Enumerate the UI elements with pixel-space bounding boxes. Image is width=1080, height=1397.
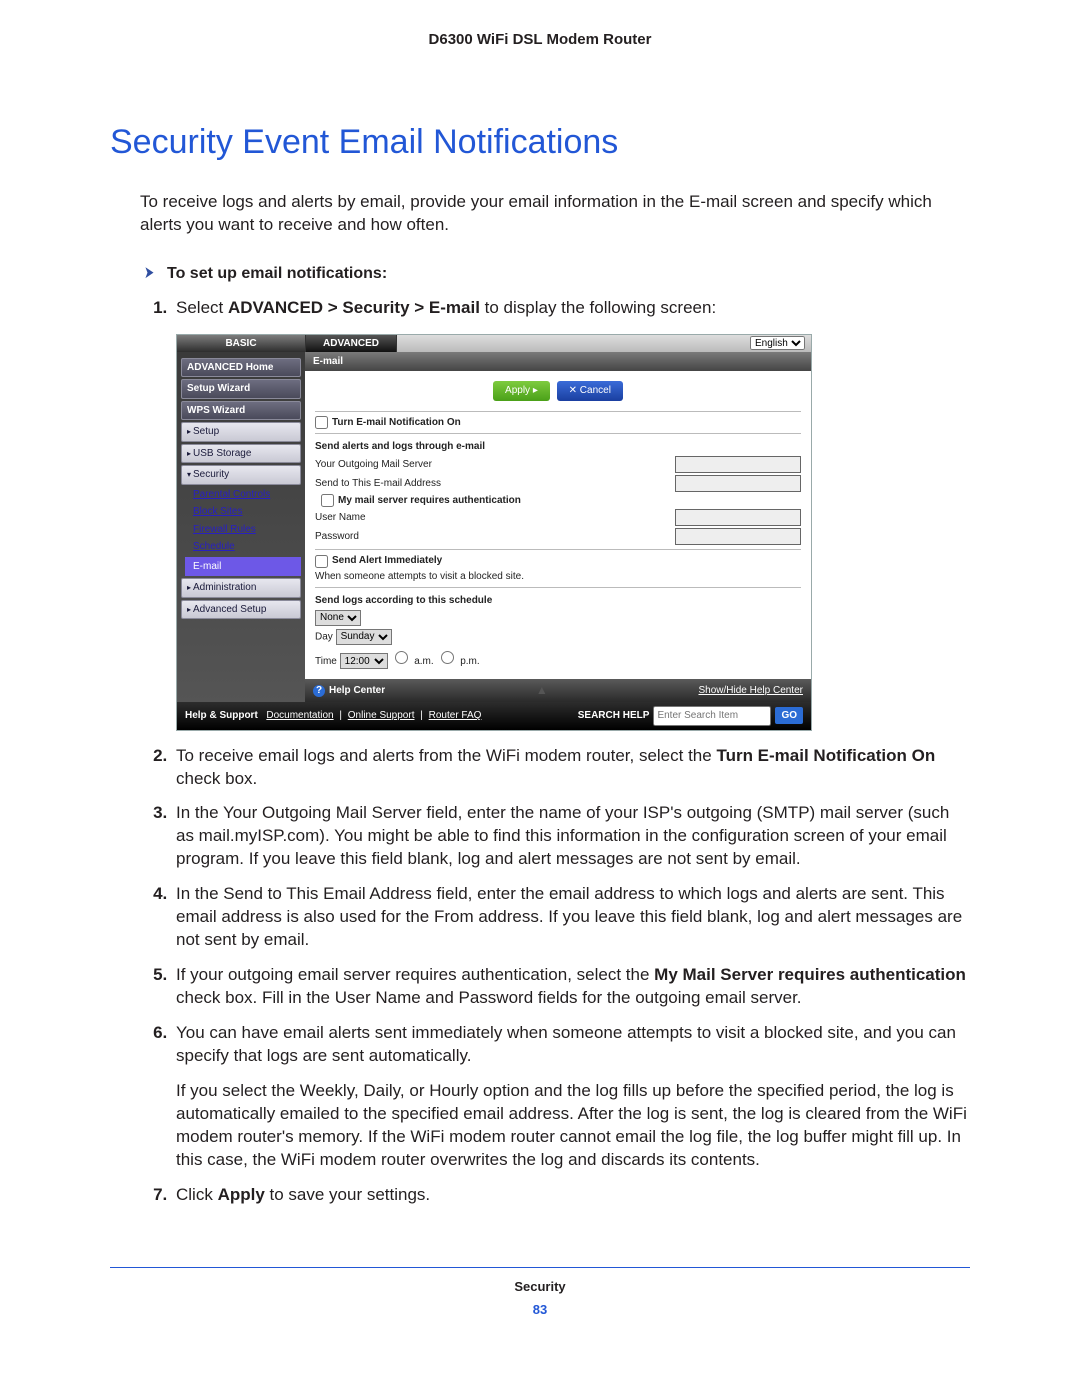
sidebar-administration[interactable]: ▸Administration: [181, 578, 301, 598]
sidebar-parental-controls[interactable]: Parental Controls: [189, 487, 301, 503]
online-support-link[interactable]: Online Support: [348, 710, 415, 721]
help-center-label: Help Center: [329, 685, 385, 696]
alert-immediate-desc: When someone attempts to visit a blocked…: [315, 570, 801, 584]
apply-button[interactable]: Apply ▸: [493, 381, 550, 401]
sidebar-advanced-home[interactable]: ADVANCED Home: [181, 358, 301, 378]
chevron-right-icon: ▸: [187, 605, 191, 614]
footer-section: Security: [110, 1278, 970, 1296]
panel-title: E-mail: [305, 352, 811, 372]
day-label: Day: [315, 631, 333, 642]
intro-paragraph: To receive logs and alerts by email, pro…: [140, 191, 970, 237]
chevron-up-icon[interactable]: ▲: [536, 682, 548, 698]
sidebar-usb-storage[interactable]: ▸USB Storage: [181, 444, 301, 464]
step-2: To receive email logs and alerts from th…: [172, 745, 970, 791]
page-title: Security Event Email Notifications: [110, 120, 970, 166]
tab-row: BASIC ADVANCED English: [177, 335, 811, 352]
outgoing-server-label: Your Outgoing Mail Server: [315, 458, 575, 472]
search-help-input[interactable]: [653, 706, 771, 726]
section-send-alerts: Send alerts and logs through e-mail: [315, 440, 801, 454]
steps-list: Select ADVANCED > Security > E-mail to d…: [138, 297, 970, 1068]
sidebar-wps-wizard[interactable]: WPS Wizard: [181, 401, 301, 421]
time-select[interactable]: 12:00: [340, 653, 388, 669]
help-support-label: Help & Support: [185, 710, 258, 721]
password-input[interactable]: [675, 528, 801, 545]
tab-advanced[interactable]: ADVANCED: [306, 335, 397, 352]
sidebar-security[interactable]: ▾Security: [181, 465, 301, 485]
turn-email-on-checkbox[interactable]: [315, 416, 328, 429]
sidebar-schedule[interactable]: Schedule: [189, 539, 301, 555]
sidebar-setup-wizard[interactable]: Setup Wizard: [181, 379, 301, 399]
router-screenshot: BASIC ADVANCED English ADVANCED Home Set…: [176, 334, 970, 731]
sidebar-setup[interactable]: ▸Setup: [181, 422, 301, 442]
outgoing-server-input[interactable]: [675, 456, 801, 473]
step-7: Click Apply to save your settings.: [172, 1184, 970, 1207]
am-radio[interactable]: [395, 651, 408, 664]
after-step-6: If you select the Weekly, Daily, or Hour…: [176, 1080, 970, 1172]
document-page: D6300 WiFi DSL Modem Router Security Eve…: [0, 0, 1080, 1359]
help-center-bar: ? Help Center ▲ Show/Hide Help Center: [305, 679, 811, 701]
language-select[interactable]: English: [750, 336, 805, 350]
sidebar: ADVANCED Home Setup Wizard WPS Wizard ▸S…: [177, 352, 305, 702]
username-input[interactable]: [675, 509, 801, 526]
sidebar-block-sites[interactable]: Block Sites: [189, 504, 301, 520]
step-6: You can have email alerts sent immediate…: [172, 1022, 970, 1068]
page-footer: Security 83: [110, 1267, 970, 1319]
auth-label: My mail server requires authentication: [338, 494, 521, 508]
support-bar: Help & Support Documentation | Online Su…: [177, 702, 811, 730]
step-1: Select ADVANCED > Security > E-mail to d…: [172, 297, 970, 731]
chevron-right-icon: ▸: [187, 427, 191, 436]
day-select[interactable]: Sunday: [336, 629, 392, 645]
task-arrow-icon: ➤: [144, 262, 154, 285]
step-3: In the Your Outgoing Mail Server field, …: [172, 802, 970, 871]
sidebar-firewall-rules[interactable]: Firewall Rules: [189, 522, 301, 538]
pm-radio[interactable]: [441, 651, 454, 664]
step-4: In the Send to This Email Address field,…: [172, 883, 970, 952]
sidebar-advanced-setup[interactable]: ▸Advanced Setup: [181, 600, 301, 620]
tab-basic[interactable]: BASIC: [177, 335, 306, 352]
task-heading-text: To set up email notifications:: [167, 265, 387, 282]
chevron-down-icon: ▾: [187, 470, 191, 479]
section-schedule: Send logs according to this schedule: [315, 594, 801, 608]
go-button[interactable]: GO: [775, 707, 803, 725]
help-icon: ?: [313, 685, 325, 697]
time-label: Time: [315, 656, 337, 667]
password-label: Password: [315, 530, 575, 544]
router-faq-link[interactable]: Router FAQ: [429, 710, 482, 721]
alert-immediate-label: Send Alert Immediately: [332, 554, 442, 568]
show-hide-help-link[interactable]: Show/Hide Help Center: [698, 684, 803, 698]
running-header: D6300 WiFi DSL Modem Router: [110, 30, 970, 50]
chevron-right-icon: ▸: [187, 583, 191, 592]
send-to-label: Send to This E-mail Address: [315, 477, 575, 491]
cancel-button[interactable]: ✕ Cancel: [557, 381, 623, 401]
send-to-input[interactable]: [675, 475, 801, 492]
schedule-select[interactable]: None: [315, 610, 361, 626]
auth-checkbox[interactable]: [321, 494, 334, 507]
search-help-label: SEARCH HELP: [578, 709, 650, 723]
sidebar-email[interactable]: E-mail: [185, 557, 301, 577]
username-label: User Name: [315, 511, 575, 525]
chevron-right-icon: ▸: [187, 449, 191, 458]
turn-email-on-label: Turn E-mail Notification On: [332, 416, 461, 430]
panel-body: Apply ▸ ✕ Cancel Turn E-mail Notificatio…: [305, 371, 811, 679]
step-5: If your outgoing email server requires a…: [172, 964, 970, 1010]
language-area: English: [397, 335, 811, 352]
footer-page-number: 83: [110, 1301, 970, 1319]
documentation-link[interactable]: Documentation: [266, 710, 333, 721]
task-heading: ➤ To set up email notifications:: [142, 262, 970, 285]
alert-immediate-checkbox[interactable]: [315, 555, 328, 568]
